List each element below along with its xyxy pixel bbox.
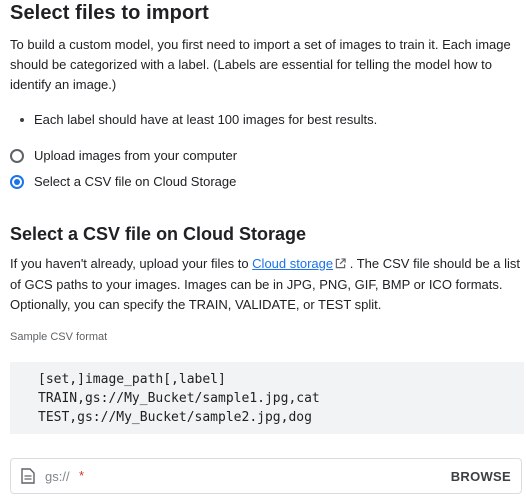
code-line: TEST,gs://My_Bucket/sample2.jpg,dog (38, 410, 312, 425)
radio-checked-icon[interactable] (10, 174, 24, 189)
desc-before-link: If you haven't already, upload your file… (10, 256, 253, 271)
gcs-path-field[interactable]: * BROWSE (10, 458, 522, 494)
sample-csv-code: [set,]image_path[,label] TRAIN,gs://My_Bu… (10, 362, 524, 434)
radio-upload-computer[interactable]: Upload images from your computer (10, 148, 237, 163)
sample-csv-label: Sample CSV format (10, 331, 108, 343)
external-link-icon[interactable] (335, 255, 346, 275)
csv-description: If you haven't already, upload your file… (10, 254, 522, 315)
file-document-icon (21, 468, 35, 484)
radio-label-upload[interactable]: Upload images from your computer (34, 148, 237, 163)
code-line: [set,]image_path[,label] (38, 372, 226, 387)
tip-bullet: Each label should have at least 100 imag… (10, 110, 377, 130)
intro-text: To build a custom model, you first need … (10, 37, 511, 92)
bullet-dot-icon (20, 117, 24, 122)
radio-csv-cloud-storage[interactable]: Select a CSV file on Cloud Storage (10, 174, 236, 189)
cloud-storage-link-text[interactable]: Cloud storage (252, 256, 333, 271)
required-mark: * (79, 468, 85, 483)
section-title: Select a CSV file on Cloud Storage (10, 224, 307, 244)
radio-unchecked-icon[interactable] (10, 148, 24, 163)
cloud-storage-link[interactable]: Cloud storage (252, 256, 333, 271)
page-title: Select files to import (10, 2, 209, 24)
gcs-path-input[interactable] (45, 468, 451, 484)
code-line: TRAIN,gs://My_Bucket/sample1.jpg,cat (38, 391, 320, 406)
browse-button[interactable]: BROWSE (451, 469, 511, 484)
radio-label-csv[interactable]: Select a CSV file on Cloud Storage (34, 174, 236, 189)
tip-text: Each label should have at least 100 imag… (34, 112, 378, 127)
